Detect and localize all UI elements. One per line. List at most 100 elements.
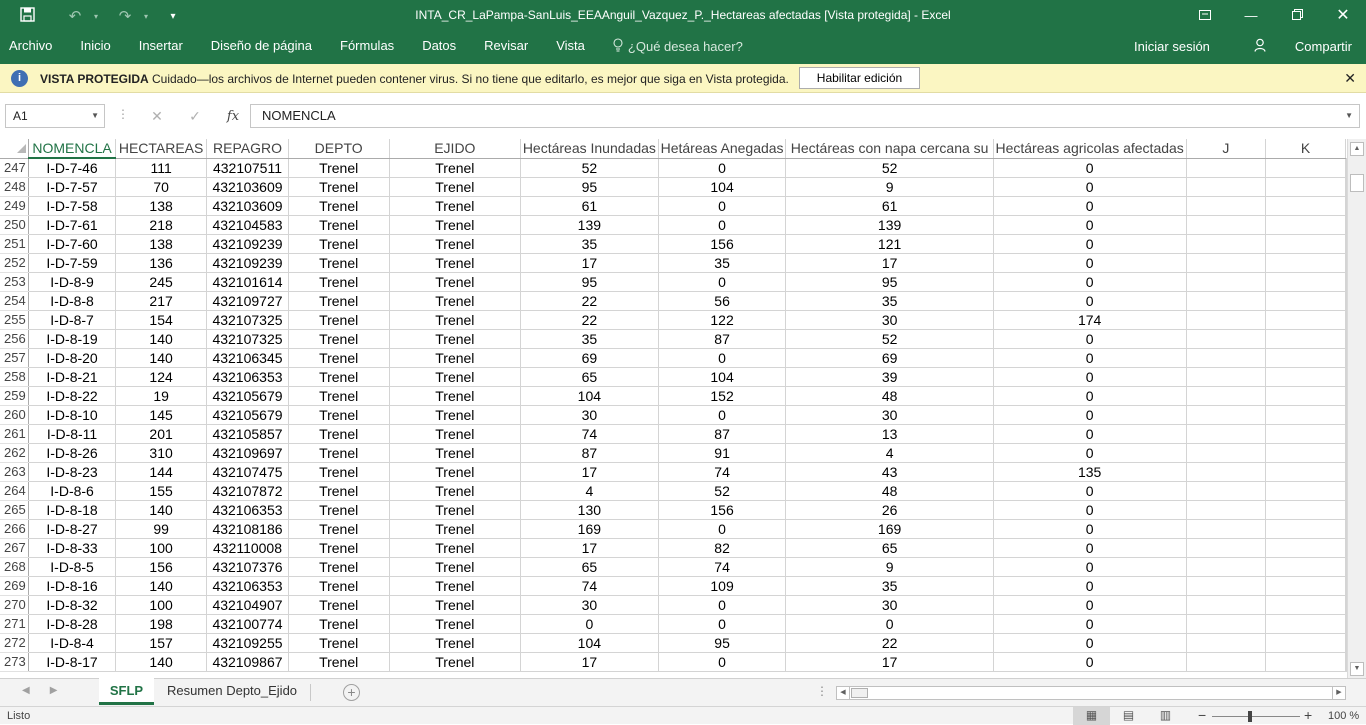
grid-cell[interactable]: 130: [520, 500, 659, 520]
undo-icon[interactable]: ↶: [60, 7, 90, 25]
grid-cell[interactable]: [1265, 386, 1346, 406]
row-header[interactable]: 260: [0, 405, 30, 425]
zoom-slider[interactable]: − +: [1198, 707, 1316, 724]
grid-cell[interactable]: 432105679: [206, 405, 289, 425]
grid-cell[interactable]: 139: [785, 215, 994, 235]
zoom-level[interactable]: 100 %: [1328, 710, 1359, 722]
grid-cell[interactable]: 22: [520, 291, 659, 311]
chevron-down-icon[interactable]: ▼: [91, 105, 99, 127]
table-row[interactable]: 252 I-D-7-59 136 432109239 Trenel Trenel 17 35 1…: [0, 253, 1347, 273]
grid-cell[interactable]: 0: [993, 519, 1187, 539]
grid-cell[interactable]: I-D-8-20: [28, 348, 116, 368]
grid-cell[interactable]: [1186, 253, 1267, 273]
grid-cell[interactable]: [1265, 196, 1346, 216]
grid-cell[interactable]: 0: [993, 633, 1187, 653]
grid-cell[interactable]: [1265, 234, 1346, 254]
grid-cell[interactable]: 0: [658, 405, 787, 425]
tab-archivo[interactable]: Archivo: [0, 33, 66, 59]
grid-cell[interactable]: Trenel: [288, 576, 390, 596]
grid-cell[interactable]: 0: [520, 614, 659, 634]
row-header[interactable]: 262: [0, 443, 30, 463]
grid-cell[interactable]: 217: [115, 291, 208, 311]
row-header[interactable]: 270: [0, 595, 30, 615]
scroll-right-icon[interactable]: ▶: [1332, 687, 1345, 699]
grid-cell[interactable]: 432100774: [206, 614, 289, 634]
close-message-icon[interactable]: ✕: [1344, 70, 1356, 87]
grid-cell[interactable]: [1265, 443, 1346, 463]
grid-cell[interactable]: 82: [658, 538, 787, 558]
grid-cell[interactable]: 432106345: [206, 348, 289, 368]
grid-cell[interactable]: I-D-7-58: [28, 196, 116, 216]
enable-editing-button[interactable]: Habilitar edición: [799, 67, 920, 89]
table-row[interactable]: 255 I-D-8-7 154 432107325 Trenel Trenel 22 122 3…: [0, 310, 1347, 330]
grid-cell[interactable]: 432110008: [206, 538, 289, 558]
tab-inicio[interactable]: Inicio: [66, 33, 124, 59]
grid-cell[interactable]: 432103609: [206, 177, 289, 197]
grid-cell[interactable]: Trenel: [389, 158, 522, 178]
grid-cell[interactable]: 65: [520, 367, 659, 387]
grid-cell[interactable]: [1186, 272, 1267, 292]
grid-cell[interactable]: 156: [658, 234, 787, 254]
grid-cell[interactable]: Trenel: [288, 538, 390, 558]
grid-cell[interactable]: [1186, 500, 1267, 520]
grid-cell[interactable]: Trenel: [288, 443, 390, 463]
grid-cell[interactable]: [1186, 595, 1267, 615]
grid-cell[interactable]: 111: [115, 158, 208, 178]
grid-cell[interactable]: 35: [785, 291, 994, 311]
row-header[interactable]: 255: [0, 310, 30, 330]
grid-cell[interactable]: 0: [785, 614, 994, 634]
column-header[interactable]: EJIDO: [389, 139, 522, 159]
grid-cell[interactable]: Trenel: [288, 424, 390, 444]
cancel-icon[interactable]: ✕: [138, 108, 176, 125]
grid-cell[interactable]: 432109867: [206, 652, 289, 672]
grid-cell[interactable]: Trenel: [288, 405, 390, 425]
grid-cell[interactable]: 0: [658, 595, 787, 615]
grid-cell[interactable]: 432105857: [206, 424, 289, 444]
grid-cell[interactable]: 0: [993, 500, 1187, 520]
grid-cell[interactable]: [1186, 215, 1267, 235]
grid-cell[interactable]: 432106353: [206, 500, 289, 520]
grid-cell[interactable]: I-D-8-26: [28, 443, 116, 463]
row-header[interactable]: 254: [0, 291, 30, 311]
grid-cell[interactable]: I-D-8-17: [28, 652, 116, 672]
table-row[interactable]: 247 I-D-7-46 111 432107511 Trenel Trenel 52 0 52…: [0, 158, 1347, 178]
grid-cell[interactable]: 432106353: [206, 576, 289, 596]
grid-cell[interactable]: Trenel: [288, 652, 390, 672]
grid-cell[interactable]: [1186, 424, 1267, 444]
row-header[interactable]: 250: [0, 215, 30, 235]
grid-cell[interactable]: I-D-8-33: [28, 538, 116, 558]
grid-cell[interactable]: 30: [785, 595, 994, 615]
grid-cell[interactable]: [1265, 310, 1346, 330]
grid-cell[interactable]: Trenel: [288, 158, 390, 178]
column-header[interactable]: REPAGRO: [206, 139, 289, 159]
grid-cell[interactable]: 432107872: [206, 481, 289, 501]
grid-cell[interactable]: 30: [785, 405, 994, 425]
grid-cell[interactable]: [1186, 234, 1267, 254]
grid-cell[interactable]: 0: [993, 291, 1187, 311]
grid-cell[interactable]: [1265, 481, 1346, 501]
page-layout-view-icon[interactable]: ▤: [1110, 707, 1147, 725]
grid-cell[interactable]: Trenel: [288, 367, 390, 387]
grid-cell[interactable]: 65: [520, 557, 659, 577]
grid-cell[interactable]: [1265, 576, 1346, 596]
grid-cell[interactable]: 74: [520, 424, 659, 444]
grid-cell[interactable]: Trenel: [389, 348, 522, 368]
grid-cell[interactable]: Trenel: [389, 614, 522, 634]
row-header[interactable]: 256: [0, 329, 30, 349]
grid-cell[interactable]: I-D-8-21: [28, 367, 116, 387]
grid-cell[interactable]: 17: [520, 538, 659, 558]
redo-icon[interactable]: ↷: [110, 7, 140, 25]
column-header[interactable]: J: [1186, 139, 1267, 159]
row-header[interactable]: 247: [0, 158, 30, 178]
grid-cell[interactable]: 0: [993, 177, 1187, 197]
grid-cell[interactable]: 30: [520, 405, 659, 425]
tab-diseno-de-pagina[interactable]: Diseño de página: [197, 33, 326, 59]
formula-input[interactable]: NOMENCLA ▼: [250, 104, 1360, 128]
grid-cell[interactable]: Trenel: [288, 310, 390, 330]
column-header[interactable]: Hectáreas agricolas afectadas: [993, 139, 1187, 159]
grid-cell[interactable]: [1265, 291, 1346, 311]
tab-split-handle-icon[interactable]: ⋮: [816, 684, 828, 698]
grid-cell[interactable]: 74: [520, 576, 659, 596]
grid-cell[interactable]: 245: [115, 272, 208, 292]
table-row[interactable]: 273 I-D-8-17 140 432109867 Trenel Trenel 17 0 17…: [0, 652, 1347, 672]
